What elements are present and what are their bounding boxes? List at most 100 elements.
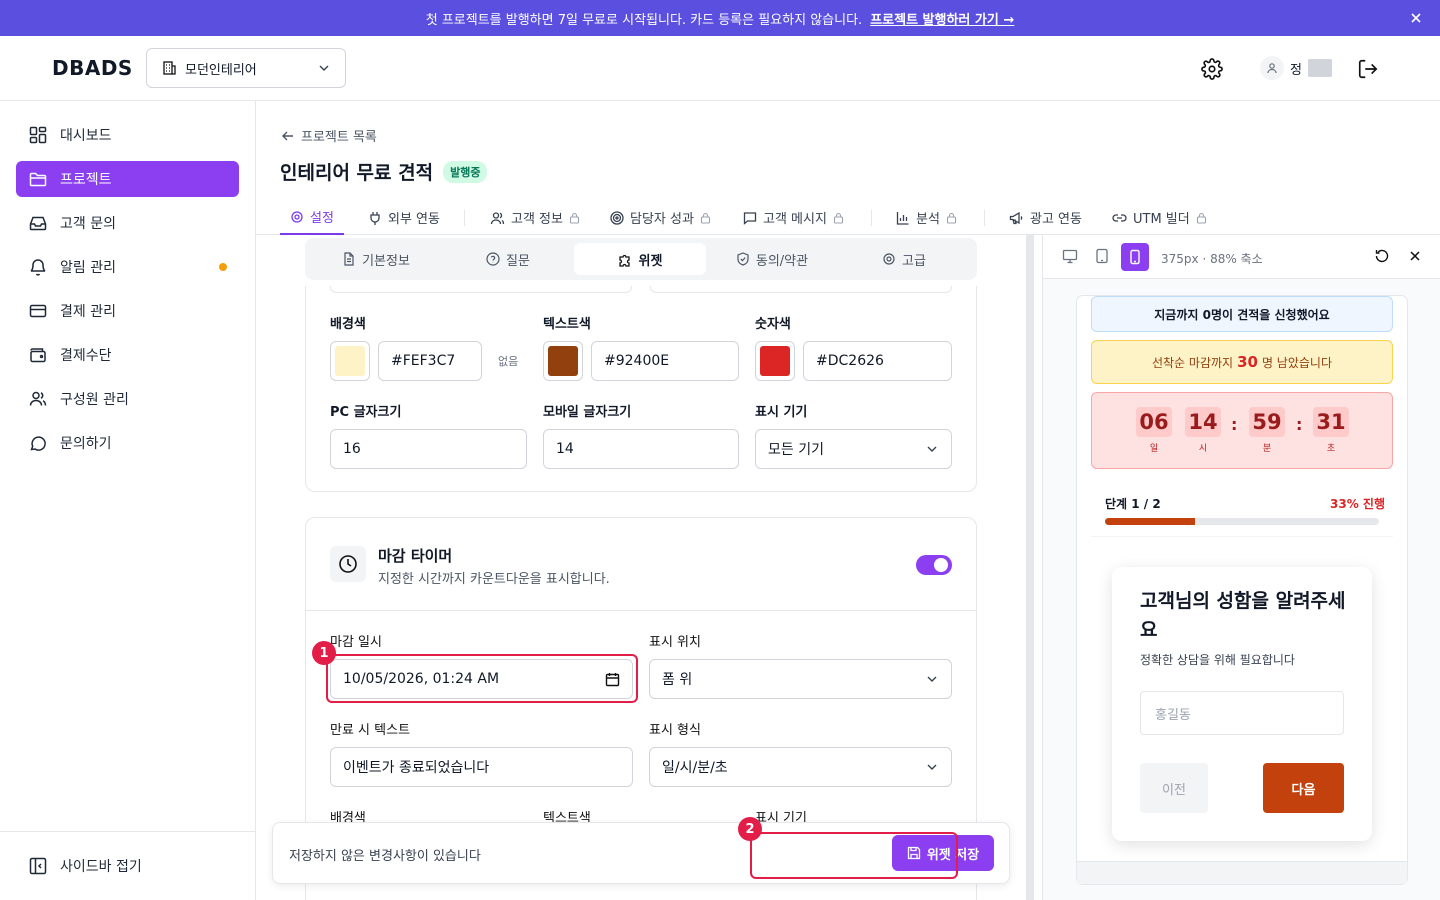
subtab-advanced[interactable]: 고급 <box>838 243 970 275</box>
timer-enabled-toggle[interactable] <box>916 555 952 575</box>
tab-utm-builder[interactable]: UTM 빌더 <box>1112 200 1207 235</box>
position-value: 폼 위 <box>662 672 693 688</box>
tab-label: 고객 정보 <box>511 212 563 227</box>
tab-label: 담당자 성과 <box>630 212 694 227</box>
sidebar-item-contact[interactable]: 문의하기 <box>16 425 239 461</box>
sidebar-item-projects[interactable]: 프로젝트 <box>16 161 239 197</box>
collapse-label: 사이드바 접기 <box>60 859 142 875</box>
prev-button[interactable]: 이전 <box>1140 763 1208 813</box>
refresh-icon[interactable] <box>1374 248 1390 264</box>
gear-icon <box>290 210 304 224</box>
tab-label: 분석 <box>916 212 940 227</box>
settings-gear-icon[interactable] <box>1201 58 1223 80</box>
device-select[interactable]: 모든 기기 <box>755 429 952 469</box>
next-button[interactable]: 다음 <box>1263 763 1344 813</box>
name-input[interactable]: 홍길동 <box>1140 691 1344 735</box>
sidebar-collapse-button[interactable]: 사이드바 접기 <box>16 848 239 884</box>
sidebar-footer: 사이드바 접기 <box>0 831 255 900</box>
progress-bar <box>1105 518 1379 525</box>
mobile-font-input[interactable]: 14 <box>543 429 739 469</box>
sidebar-item-inquiries[interactable]: 고객 문의 <box>16 205 239 241</box>
bg-color-swatch[interactable] <box>330 341 370 381</box>
tab-customer-messages[interactable]: 고객 메시지 <box>743 200 844 235</box>
timer-seconds-unit: 초 <box>1326 444 1336 454</box>
tab-label: 광고 연동 <box>1030 212 1082 227</box>
marker-2: 2 <box>738 817 762 841</box>
tab-staff-performance[interactable]: 담당자 성과 <box>610 200 711 235</box>
deadline-label: 마감 일시 <box>330 635 382 650</box>
user-name-redacted <box>1307 59 1332 77</box>
mobile-font-label: 모바일 글자크기 <box>543 405 632 420</box>
bg-color-input[interactable]: #FEF3C7 <box>378 341 482 381</box>
tab-integrations[interactable]: 외부 연동 <box>368 200 440 235</box>
form-scrollbar[interactable] <box>1026 235 1034 900</box>
desktop-icon[interactable] <box>1062 248 1078 264</box>
countdown-timer: 06 일 14 시 : 59 분 : 31 초 <box>1091 392 1393 469</box>
sidebar-item-members[interactable]: 구성원 관리 <box>16 381 239 417</box>
logout-icon[interactable] <box>1357 58 1379 80</box>
tab-label: 고객 메시지 <box>763 212 827 227</box>
logo[interactable]: DBADS <box>52 56 133 80</box>
page-title: 인테리어 무료 견적 발행중 <box>280 158 488 185</box>
pc-font-input[interactable]: 16 <box>330 429 527 469</box>
banner-text: 첫 프로젝트를 발행하면 7일 무료로 시작됩니다. 카드 등록은 필요하지 않… <box>425 12 863 28</box>
urgency-pre: 선착순 마감까지 <box>1151 355 1234 370</box>
sidebar-item-label: 프로젝트 <box>60 172 112 188</box>
close-preview-icon[interactable] <box>1407 248 1423 264</box>
position-select[interactable]: 폼 위 <box>649 659 952 699</box>
sidebar-item-notifications[interactable]: 알림 관리 <box>16 249 239 285</box>
tab-analytics[interactable]: 분석 <box>896 200 957 235</box>
urgency-post: 명 남았습니다 <box>1261 355 1333 370</box>
banner-close-icon[interactable] <box>1408 10 1424 26</box>
lock-icon <box>833 212 844 224</box>
tab-settings[interactable]: 설정 <box>280 200 344 235</box>
question-subtitle: 정확한 상담을 위해 필요합니다 <box>1140 653 1295 667</box>
user-initial: 정 <box>1290 62 1302 78</box>
highlight-box-2 <box>750 832 958 879</box>
users-icon <box>490 211 505 225</box>
sidebar-item-billing[interactable]: 결제 관리 <box>16 293 239 329</box>
number-color-input[interactable]: #DC2626 <box>803 341 952 381</box>
message-icon <box>743 211 757 225</box>
timer-hours-unit: 시 <box>1198 444 1208 454</box>
help-circle-icon <box>486 252 500 266</box>
bell-icon <box>28 257 48 277</box>
subtab-label: 질문 <box>506 253 530 269</box>
sidebar-item-label: 대시보드 <box>60 128 112 144</box>
progress-bar-fill <box>1105 518 1196 525</box>
sidebar: 대시보드 프로젝트 고객 문의 알림 관리 결제 관리 결제수단 구성원 관리 … <box>0 101 256 900</box>
sidebar-item-dashboard[interactable]: 대시보드 <box>16 117 239 153</box>
expire-text-input[interactable]: 이벤트가 종료되었습니다 <box>330 747 633 787</box>
user-menu[interactable]: 정 <box>1260 56 1332 80</box>
subtab-basic-info[interactable]: 기본정보 <box>310 243 442 275</box>
mobile-preview-panel: 375px · 88% 축소 지금까지 0명이 견적을 신청했어요 선착순 마감… <box>1042 235 1440 900</box>
device-select-value: 모든 기기 <box>768 442 824 458</box>
timer-days-unit: 일 <box>1149 444 1159 454</box>
bg-none-label[interactable]: 없음 <box>498 353 518 369</box>
subtab-questions[interactable]: 질문 <box>442 243 574 275</box>
subtab-consent[interactable]: 동의/약관 <box>706 243 838 275</box>
company-selector[interactable]: 모던인테리어 <box>146 48 346 88</box>
tab-customer-info[interactable]: 고객 정보 <box>490 200 580 235</box>
text-color-input[interactable]: #92400E <box>591 341 739 381</box>
sidebar-item-payment-methods[interactable]: 결제수단 <box>16 337 239 373</box>
timer-seconds: 31 <box>1313 407 1349 437</box>
pc-font-label: PC 글자크기 <box>330 405 402 420</box>
marker-1: 1 <box>312 641 336 665</box>
gear-icon <box>882 252 896 266</box>
subtab-label: 고급 <box>902 253 926 269</box>
back-to-projects-link[interactable]: 프로젝트 목록 <box>281 126 377 145</box>
number-color-swatch[interactable] <box>755 341 795 381</box>
banner-link[interactable]: 프로젝트 발행하러 가기 → <box>870 9 1014 28</box>
mobile-device-icon[interactable] <box>1121 243 1149 271</box>
tablet-icon[interactable] <box>1094 248 1110 264</box>
inbox-icon <box>28 213 48 233</box>
text-color-swatch[interactable] <box>543 341 583 381</box>
folder-icon <box>28 169 48 189</box>
expire-text-label: 만료 시 텍스트 <box>330 723 411 738</box>
document-icon <box>342 252 356 266</box>
tab-ad-integration[interactable]: 광고 연동 <box>1009 200 1082 235</box>
format-select[interactable]: 일/시/분/초 <box>649 747 952 787</box>
subtab-widget[interactable]: 위젯 <box>574 243 706 275</box>
project-tabs: 설정 외부 연동 고객 정보 담당자 성과 고객 메시지 분석 광고 연동 UT… <box>256 200 1440 235</box>
